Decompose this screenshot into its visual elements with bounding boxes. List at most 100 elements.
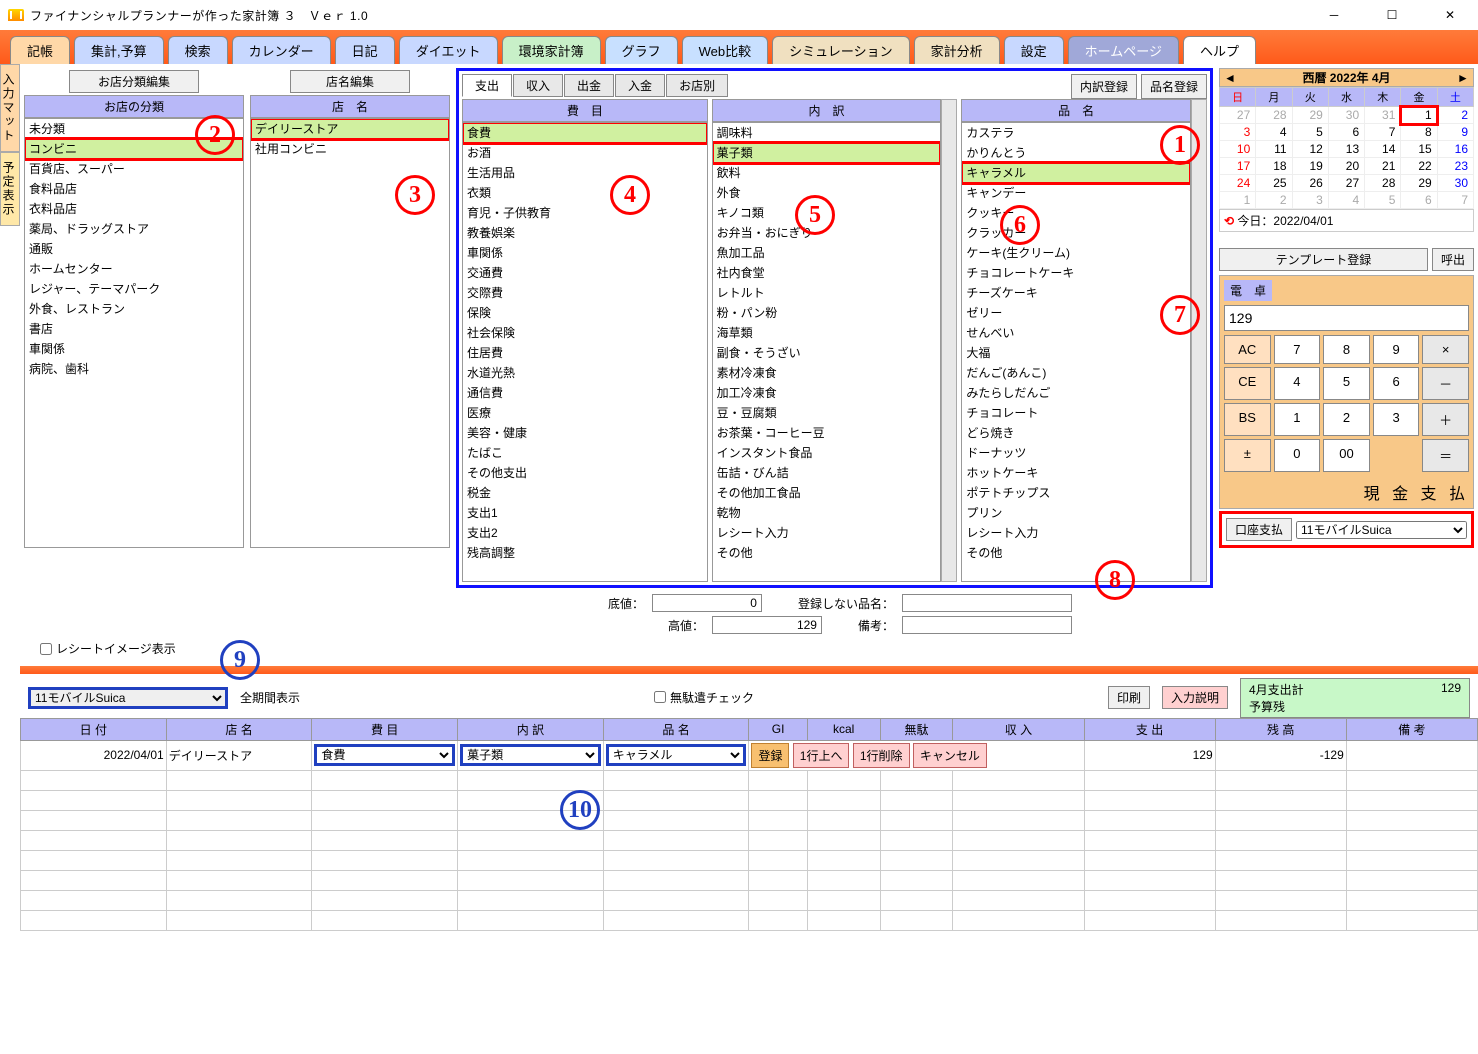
row-delete-button[interactable]: 1行削除: [853, 743, 910, 768]
template-register-button[interactable]: テンプレート登録: [1219, 248, 1428, 271]
tab-homepage[interactable]: ホームページ: [1068, 36, 1179, 64]
calendar-day[interactable]: 20: [1328, 158, 1364, 175]
calendar-day[interactable]: 3: [1220, 124, 1256, 141]
list-item[interactable]: キャラメル: [962, 163, 1190, 183]
close-button[interactable]: ✕: [1430, 1, 1470, 29]
calc-key[interactable]: 9: [1373, 335, 1420, 364]
list-item[interactable]: チーズケーキ: [962, 283, 1190, 303]
list-item[interactable]: 住居費: [463, 343, 707, 363]
list-item[interactable]: 病院、歯科: [25, 359, 243, 379]
detail-list[interactable]: 調味料菓子類飲料外食キノコ類お弁当・おにぎり魚加工品社内食堂レトルト粉・パン粉海…: [712, 122, 942, 582]
list-item[interactable]: 菓子類: [713, 143, 941, 163]
list-item[interactable]: コンビニ: [25, 139, 243, 159]
subtab-deposit[interactable]: 入金: [615, 74, 665, 97]
calendar-day[interactable]: 9: [1437, 124, 1473, 141]
calendar-day[interactable]: 21: [1365, 158, 1401, 175]
tab-search[interactable]: 検索: [168, 36, 228, 64]
calendar-day[interactable]: 28: [1256, 107, 1292, 124]
list-item[interactable]: 食料品店: [25, 179, 243, 199]
calendar-day[interactable]: 22: [1401, 158, 1437, 175]
list-item[interactable]: 美容・健康: [463, 423, 707, 443]
list-item[interactable]: その他加工食品: [713, 483, 941, 503]
calendar-day[interactable]: 29: [1292, 107, 1328, 124]
calendar-day[interactable]: 24: [1220, 175, 1256, 192]
calendar-day[interactable]: 17: [1220, 158, 1256, 175]
calc-key[interactable]: ±: [1224, 439, 1271, 472]
low-price-input[interactable]: [652, 594, 762, 612]
list-item[interactable]: 保険: [463, 303, 707, 323]
store-name-edit-button[interactable]: 店名編集: [290, 70, 410, 93]
calc-key[interactable]: BS: [1224, 403, 1271, 436]
calendar-day[interactable]: 30: [1328, 107, 1364, 124]
calendar-day[interactable]: 1: [1401, 107, 1437, 124]
list-item[interactable]: 通販: [25, 239, 243, 259]
list-item[interactable]: プリン: [962, 503, 1190, 523]
calendar-day[interactable]: 2: [1437, 107, 1473, 124]
list-item[interactable]: 調味料: [713, 123, 941, 143]
list-item[interactable]: ケーキ(生クリーム): [962, 243, 1190, 263]
calendar-day[interactable]: 5: [1292, 124, 1328, 141]
tab-settings[interactable]: 設定: [1004, 36, 1064, 64]
list-item[interactable]: ホットケーキ: [962, 463, 1190, 483]
calendar-day[interactable]: 10: [1220, 141, 1256, 158]
account-pay-button[interactable]: 口座支払: [1226, 518, 1292, 541]
list-item[interactable]: その他: [713, 543, 941, 563]
tab-aggregate[interactable]: 集計,予算: [74, 36, 164, 64]
calc-key[interactable]: AC: [1224, 335, 1271, 364]
calc-key[interactable]: 5: [1323, 367, 1370, 400]
list-item[interactable]: 缶詰・びん詰: [713, 463, 941, 483]
minimize-button[interactable]: ─: [1314, 1, 1354, 29]
list-item[interactable]: デイリーストア: [251, 119, 449, 139]
expense-list[interactable]: 食費お酒生活用品衣類育児・子供教育教養娯楽車関係交通費交際費保険社会保険住居費水…: [462, 122, 708, 582]
list-item[interactable]: 車関係: [463, 243, 707, 263]
calc-key[interactable]: ＋: [1422, 403, 1469, 436]
store-name-list[interactable]: デイリーストア社用コンビニ: [250, 118, 450, 548]
list-item[interactable]: 百貨店、スーパー: [25, 159, 243, 179]
sidetab-schedule[interactable]: 予定表示: [0, 152, 20, 226]
calc-key[interactable]: ×: [1422, 335, 1469, 364]
calendar-day[interactable]: 8: [1401, 124, 1437, 141]
item-register-button[interactable]: 品名登録: [1141, 74, 1207, 99]
list-item[interactable]: みたらしだんご: [962, 383, 1190, 403]
calendar-day[interactable]: 2: [1256, 192, 1292, 209]
list-item[interactable]: 生活用品: [463, 163, 707, 183]
list-item[interactable]: 育児・子供教育: [463, 203, 707, 223]
calendar-day[interactable]: 14: [1365, 141, 1401, 158]
list-item[interactable]: お酒: [463, 143, 707, 163]
list-item[interactable]: 交際費: [463, 283, 707, 303]
list-item[interactable]: たばこ: [463, 443, 707, 463]
row-register-button[interactable]: 登録: [751, 743, 789, 768]
list-item[interactable]: 外食: [713, 183, 941, 203]
list-item[interactable]: 水道光熱: [463, 363, 707, 383]
list-item[interactable]: 医療: [463, 403, 707, 423]
detail-register-button[interactable]: 内訳登録: [1071, 74, 1137, 99]
list-item[interactable]: レシート入力: [962, 523, 1190, 543]
list-item[interactable]: 粉・パン粉: [713, 303, 941, 323]
calc-key[interactable]: CE: [1224, 367, 1271, 400]
cell-item-select[interactable]: キャラメル: [606, 744, 747, 766]
cell-detail-select[interactable]: 菓子類: [460, 744, 601, 766]
item-scrollbar[interactable]: [1191, 99, 1207, 582]
list-item[interactable]: 衣類: [463, 183, 707, 203]
list-item[interactable]: せんべい: [962, 323, 1190, 343]
list-item[interactable]: 衣料品店: [25, 199, 243, 219]
list-item[interactable]: 加工冷凍食: [713, 383, 941, 403]
calendar-day[interactable]: 27: [1328, 175, 1364, 192]
calendar-day[interactable]: 30: [1437, 175, 1473, 192]
calendar-day[interactable]: 29: [1401, 175, 1437, 192]
list-item[interactable]: 残高調整: [463, 543, 707, 563]
list-item[interactable]: 副食・そうざい: [713, 343, 941, 363]
subtab-bystore[interactable]: お店別: [666, 74, 728, 97]
list-item[interactable]: 社会保険: [463, 323, 707, 343]
list-item[interactable]: ドーナッツ: [962, 443, 1190, 463]
calendar-grid[interactable]: 日月火水木金土 27282930311234567891011121314151…: [1219, 87, 1474, 209]
table-row[interactable]: 2022/04/01 デイリーストア 食費 菓子類 キャラメル 登録 1行上へ …: [21, 740, 1478, 770]
tab-diet[interactable]: ダイエット: [399, 36, 498, 64]
row-cancel-button[interactable]: キャンセル: [913, 743, 987, 768]
list-item[interactable]: 車関係: [25, 339, 243, 359]
note-input[interactable]: [902, 616, 1072, 634]
store-cat-list[interactable]: 未分類コンビニ百貨店、スーパー食料品店衣料品店薬局、ドラッグストア通販ホームセン…: [24, 118, 244, 548]
list-item[interactable]: 豆・豆腐類: [713, 403, 941, 423]
calendar-day[interactable]: 4: [1256, 124, 1292, 141]
list-item[interactable]: レジャー、テーマパーク: [25, 279, 243, 299]
